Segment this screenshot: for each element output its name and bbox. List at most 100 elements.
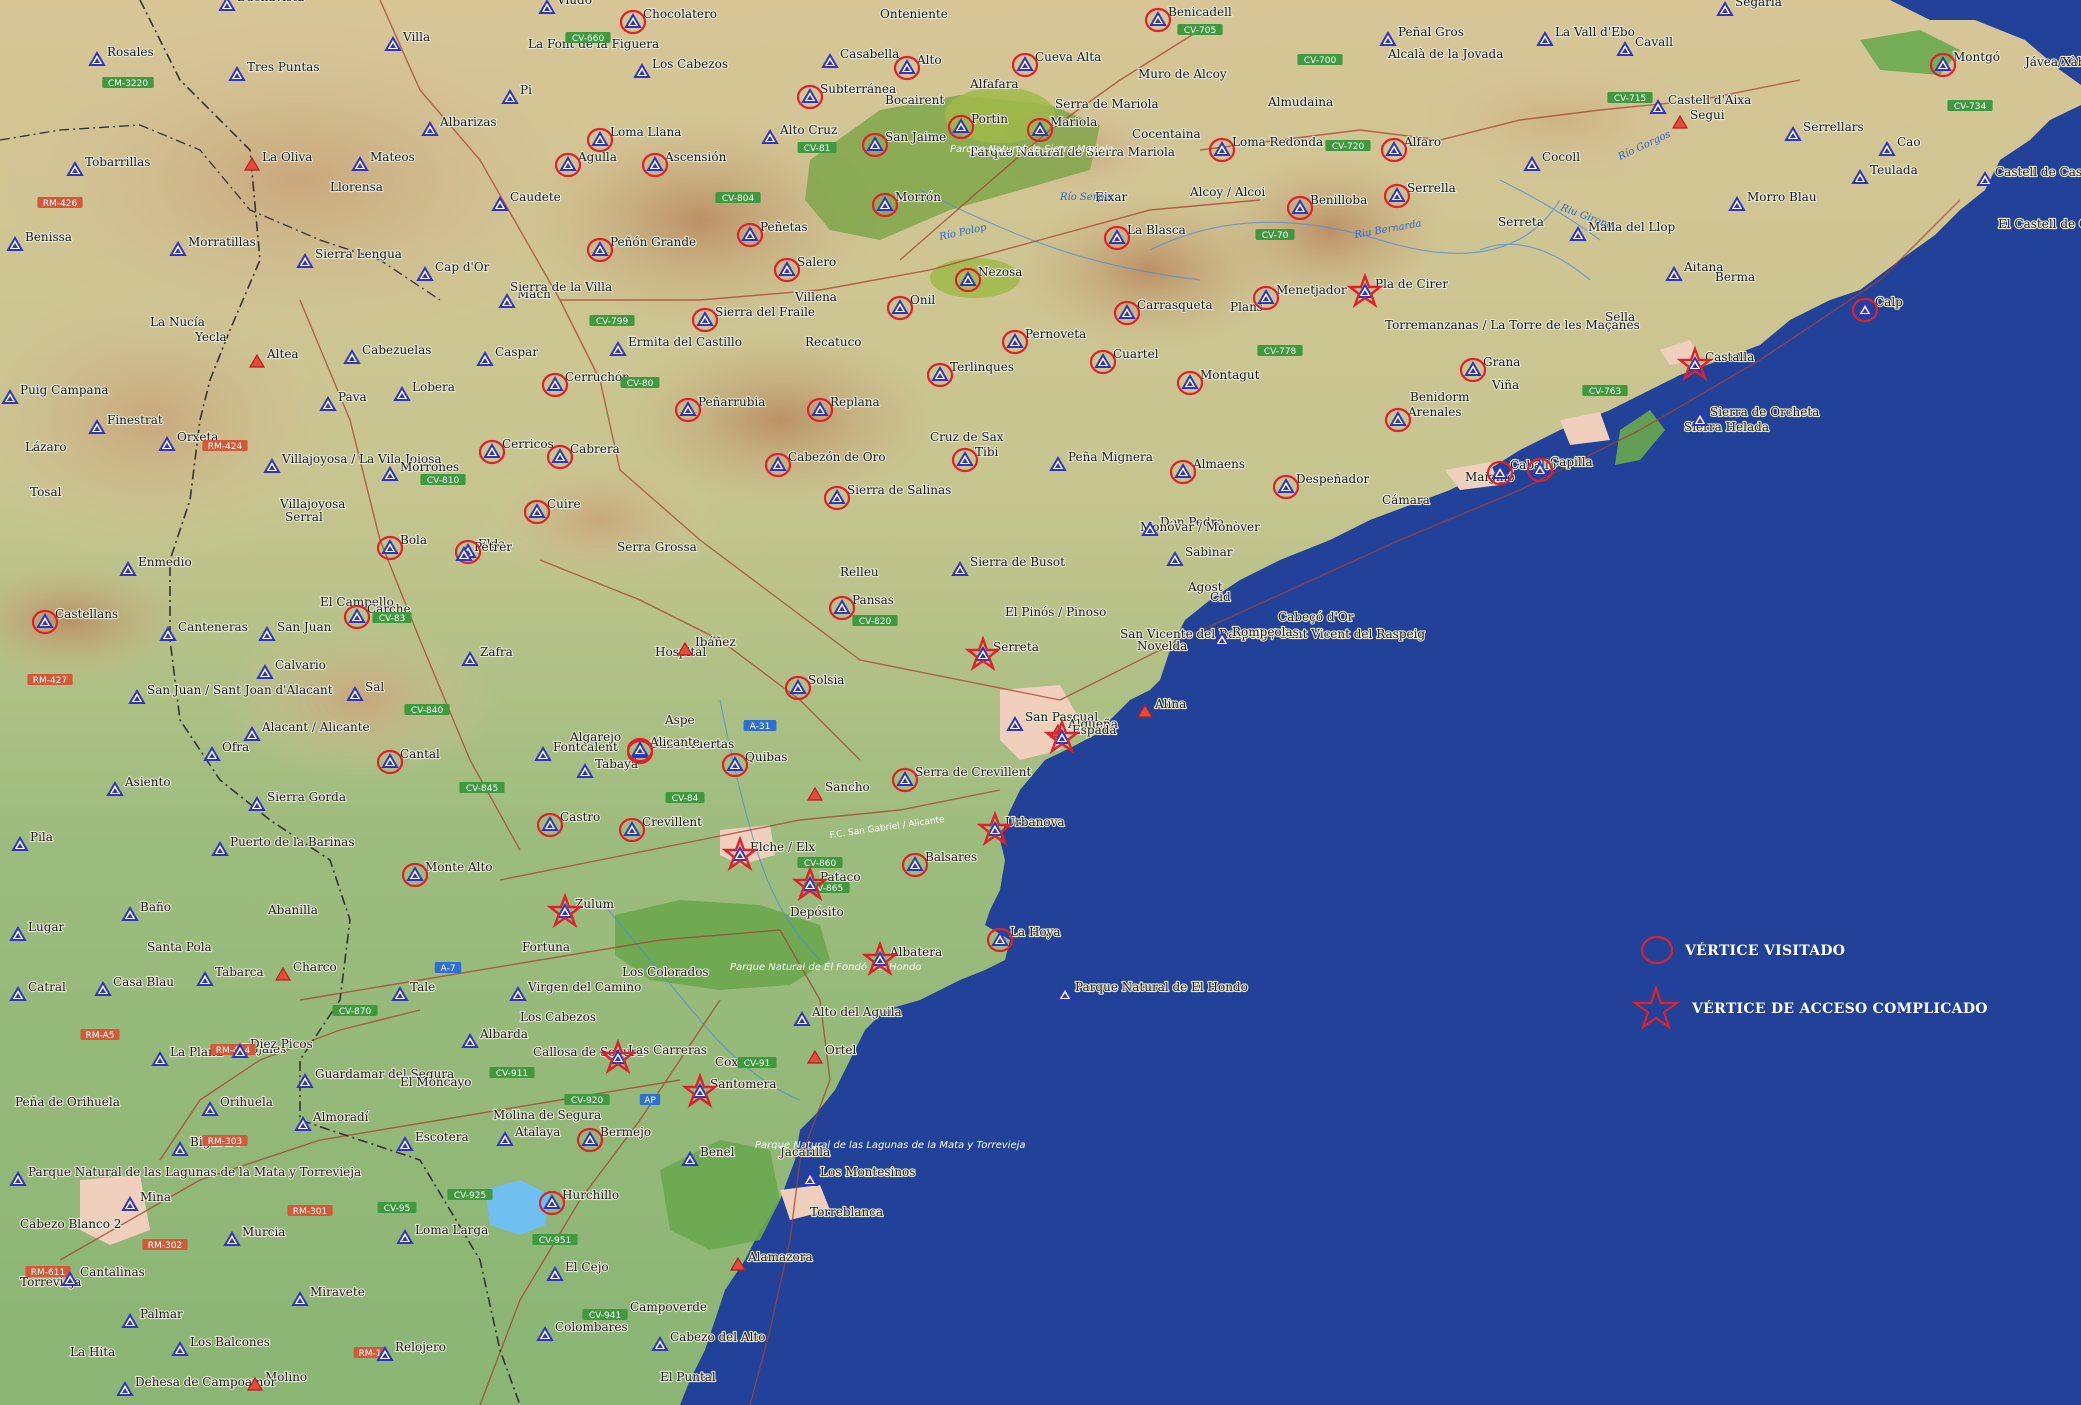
place-label: Alto Cruz	[779, 123, 837, 137]
place-label: Abanilla	[267, 903, 318, 917]
road-label: CV-80	[627, 379, 654, 389]
place-label: Baño	[140, 900, 171, 914]
place-label: Mateos	[370, 150, 415, 164]
place-label: Puerto de la Barinas	[230, 835, 355, 849]
place-label: Los Cabezos	[520, 1010, 596, 1024]
place-label: Los Balcones	[190, 1335, 270, 1349]
place-label: Sal	[365, 680, 384, 694]
place-label: Serreta	[1498, 215, 1544, 229]
place-label: Sierra de Salinas	[847, 483, 951, 497]
place-label: Puig Campana	[20, 383, 109, 397]
road-label: CV-951	[539, 1236, 571, 1246]
place-label: Campoverde	[630, 1300, 707, 1314]
place-label: Villa	[402, 30, 430, 44]
place-label: Pava	[338, 390, 367, 404]
road-label: CV-81	[804, 144, 831, 154]
topographic-map: Buenavista Viudo Chocolatero Benicadell Sega…	[0, 0, 2081, 1405]
road-label: RM-303	[208, 1137, 242, 1147]
place-label: Serra de Crevillent	[915, 765, 1032, 779]
place-label: Castellans	[55, 607, 118, 621]
place-label: Cuartel	[1113, 347, 1159, 361]
place-label: Torremanzanas / La Torre de les Maçanes	[1385, 318, 1640, 332]
place-label: Las Carreras	[628, 1043, 707, 1057]
place-label: Pernoveta	[1025, 327, 1086, 341]
place-label: Terlinques	[950, 360, 1014, 374]
road-label: RM-302	[148, 1241, 182, 1251]
place-label: Cabeçó d'Or	[1278, 610, 1354, 624]
place-label: Relojero	[395, 1340, 446, 1354]
place-label: Tabarca	[215, 965, 264, 979]
place-label: Urbanova	[1005, 815, 1065, 829]
road-label: CV-799	[596, 317, 629, 327]
place-label: Onteniente	[880, 7, 948, 21]
place-label: Cabezo del Alto	[670, 1330, 765, 1344]
place-label: Bocairent	[885, 93, 944, 107]
road-label: CM-3220	[108, 79, 148, 89]
road-label: RM-424	[208, 442, 243, 452]
place-label: Finestrat	[107, 413, 163, 427]
place-label: San Juan / Sant Joan d'Alacant	[147, 683, 333, 697]
place-label: Tale	[410, 980, 435, 994]
place-label: Monóvar / Monòver	[1140, 520, 1260, 534]
place-label: Alina	[1154, 697, 1186, 711]
place-label: Calvario	[275, 658, 326, 672]
place-label: Alto	[916, 53, 942, 67]
place-label: Rosales	[107, 45, 154, 59]
place-label: Almoradí	[312, 1110, 369, 1124]
place-label: Castell de Castells	[1995, 165, 2081, 179]
road-label: RM-A5	[86, 1031, 115, 1041]
place-label: Albarda	[479, 1027, 528, 1041]
park-label: Parque Natural de El Fondó / El Hondo	[730, 961, 921, 973]
place-label: Segui	[1690, 108, 1725, 122]
place-label: Alamazora	[747, 1250, 813, 1264]
place-label: Solsia	[808, 673, 844, 687]
place-label: Santomera	[710, 1077, 777, 1091]
road-label: CV-734	[1954, 102, 1987, 112]
place-label: Parque Natural de las Lagunas de la Mata…	[28, 1165, 361, 1179]
place-label: Serral	[285, 510, 323, 524]
place-label: Virgen del Camino	[527, 980, 641, 994]
place-label: Diez Picos	[250, 1037, 313, 1051]
place-label: Nezosa	[978, 265, 1022, 279]
place-label: Tres Puntas	[247, 60, 319, 74]
place-label: Pansas	[852, 593, 894, 607]
place-label: Benilloba	[1310, 193, 1367, 207]
place-label: Morrón	[895, 190, 941, 204]
place-label: Alfafara	[969, 77, 1019, 91]
place-label: Cabrera	[570, 442, 620, 456]
place-label: Hurchillo	[562, 1188, 619, 1202]
place-label: Sancho	[825, 780, 870, 794]
place-label: Ascensión	[664, 150, 727, 164]
place-label: Peña Mignera	[1068, 450, 1153, 464]
place-label: Monte Alto	[425, 860, 493, 874]
place-label: Peñarrubia	[698, 395, 765, 409]
road-label: A-7	[441, 964, 456, 974]
place-label: Zafra	[480, 645, 513, 659]
place-label: Cantalinas	[80, 1265, 145, 1279]
road-label: CV-941	[589, 1311, 621, 1321]
place-label: Lugar	[28, 920, 65, 934]
road-label: CV-860	[804, 859, 837, 869]
place-label: El Moncayo	[400, 1075, 472, 1089]
road-label: CV-715	[1614, 94, 1646, 104]
place-label: Cueva Alta	[1035, 50, 1101, 64]
place-label: Castell d'Aixa	[1668, 93, 1751, 107]
place-label: Cox	[715, 1055, 738, 1069]
road-label: CV-920	[571, 1096, 604, 1106]
place-label: Replana	[830, 395, 880, 409]
place-label: Ortel	[825, 1043, 856, 1057]
place-label: Morro Blau	[1747, 190, 1817, 204]
place-label: Benicadell	[1168, 5, 1232, 19]
road-label: CV-84	[672, 794, 699, 804]
place-label: Atalaya	[514, 1125, 560, 1139]
place-label: Cap d'Or	[435, 260, 490, 274]
place-label: Buenavista	[237, 0, 304, 4]
place-label: Sierra de la Villa	[510, 280, 612, 294]
road-label: CV-91	[744, 1059, 771, 1069]
road-label: CV-870	[339, 1007, 372, 1017]
road-label: A-31	[750, 722, 771, 732]
place-label: Castro	[560, 810, 600, 824]
place-label: Elche / Elx	[750, 840, 815, 854]
place-label: Muro de Alcoy	[1138, 67, 1227, 81]
place-label: Serra Grossa	[617, 540, 697, 554]
